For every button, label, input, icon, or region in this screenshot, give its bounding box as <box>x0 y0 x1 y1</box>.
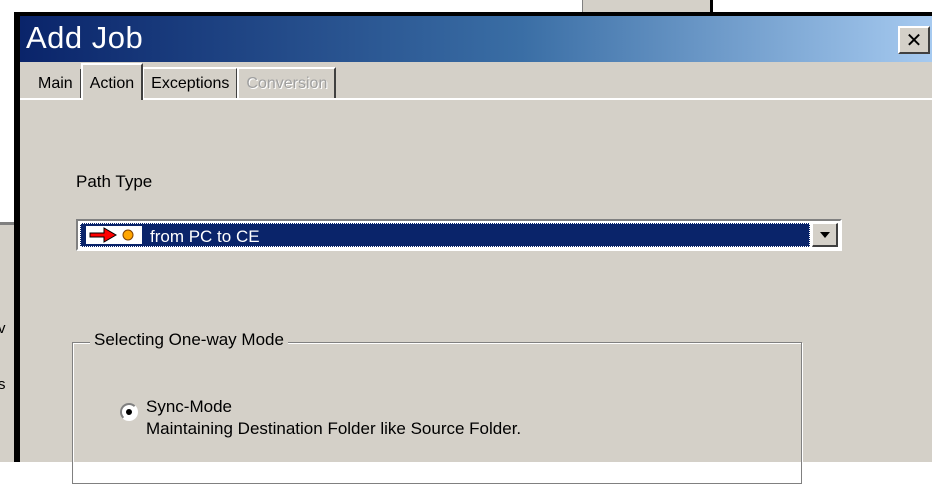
path-type-dropdown[interactable]: from PC to CE <box>76 219 842 251</box>
tab-action[interactable]: Action <box>80 63 144 100</box>
tab-strip: Main Action Exceptions Conversion <box>26 63 337 100</box>
background-top-strip <box>0 0 932 12</box>
sync-mode-label[interactable]: Sync-Mode <box>146 397 232 417</box>
tab-exceptions[interactable]: Exceptions <box>142 67 239 98</box>
sync-mode-description: Maintaining Destination Folder like Sour… <box>146 419 522 438</box>
background-edge-char: s <box>0 376 6 393</box>
dropdown-button[interactable] <box>812 223 838 247</box>
background-left-panel <box>0 225 14 462</box>
tab-conversion: Conversion <box>237 67 337 98</box>
tab-main[interactable]: Main <box>26 69 82 98</box>
sync-mode-radio[interactable] <box>120 403 138 421</box>
path-type-value: from PC to CE <box>150 227 260 246</box>
close-icon: ✕ <box>905 28 923 52</box>
arrow-right-to-circle-icon <box>86 226 142 244</box>
close-button[interactable]: ✕ <box>898 26 930 54</box>
background-edge-char: v <box>0 320 6 337</box>
dialog-title: Add Job <box>26 20 144 55</box>
title-bar[interactable]: Add Job ✕ <box>20 16 932 62</box>
add-job-dialog: Add Job ✕ Main Action Exceptions Convers… <box>14 12 932 484</box>
path-type-label: Path Type <box>76 172 153 191</box>
radio-checked-dot <box>126 409 132 415</box>
path-type-selection: from PC to CE <box>80 223 810 247</box>
tab-panel-edge <box>118 98 932 100</box>
chevron-down-icon <box>819 231 830 238</box>
group-legend: Selecting One-way Mode <box>90 330 288 350</box>
